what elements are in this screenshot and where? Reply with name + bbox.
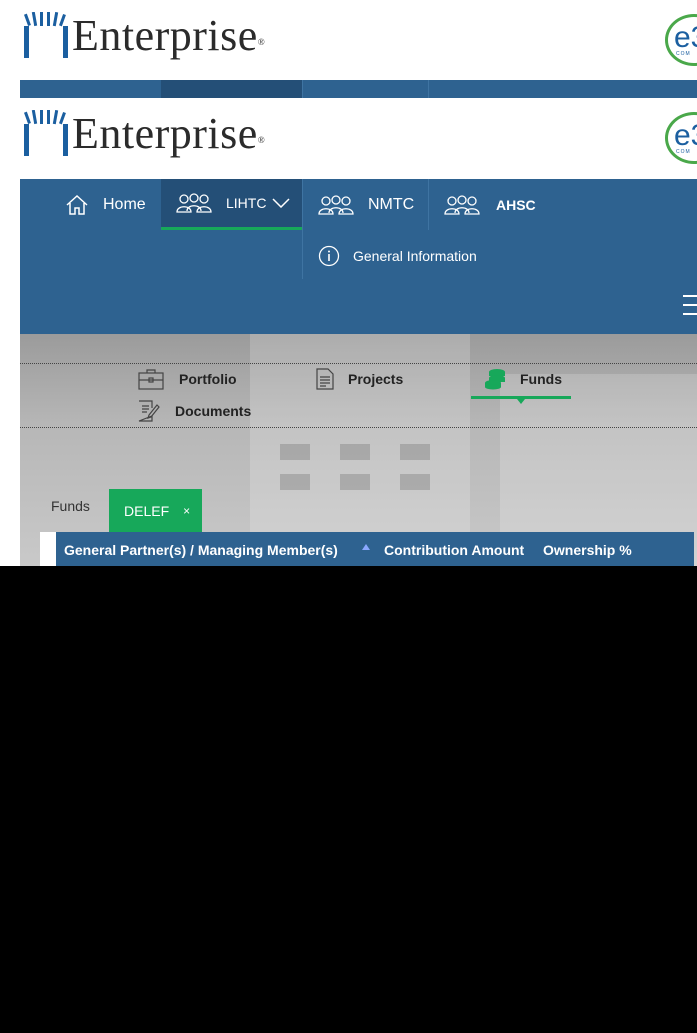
main-header: Enterprise® e3COM Home LIHT [0,98,697,566]
tab-funds[interactable]: Funds [482,368,562,390]
divider [20,363,697,364]
table-header-spacer [40,532,56,566]
coins-icon [485,369,505,390]
background-window [340,474,370,490]
users-icon [318,194,354,215]
home-icon [66,194,88,215]
users-icon [176,193,212,213]
users-icon [444,194,480,215]
nav-item-home[interactable]: Home [65,179,146,230]
logo-mark-icon [24,12,68,58]
chip-label: DELEF [124,503,170,519]
nav-item-nmtc[interactable]: NMTC [318,179,414,230]
nav-item-label: LIHTC [226,195,267,211]
active-tab-caret-icon [517,399,525,404]
info-icon [318,245,340,267]
logo-mark-icon [24,110,68,156]
column-header-contribution-amount[interactable]: Contribution Amount [384,542,524,558]
sort-ascending-icon[interactable] [362,544,370,550]
hamburger-menu-icon[interactable] [683,295,697,322]
nav-item-label: Home [103,195,146,213]
nav-item-label: NMTC [368,195,415,213]
fund-chip[interactable]: DELEF × [109,489,202,533]
nav-divider [302,80,303,98]
background-window [280,444,310,460]
tab-documents[interactable]: Documents [138,400,251,422]
nav-item-label: AHSC [496,196,536,213]
background-window [400,444,430,460]
enterprise-logo[interactable]: Enterprise® [24,12,265,58]
column-header-ownership[interactable]: Ownership % [543,542,632,558]
tab-portfolio[interactable]: Portfolio [138,368,237,390]
tab-label: Portfolio [179,371,237,387]
table-header: General Partner(s) / Managing Member(s) … [40,532,694,566]
edit-document-icon [138,400,160,422]
sub-item-general-information[interactable]: General Information [318,245,477,267]
nav-divider [428,179,429,230]
chevron-down-icon [272,198,290,208]
column-header-general-partner[interactable]: General Partner(s) / Managing Member(s) [64,542,338,558]
nav-item-ahsc[interactable]: AHSC [444,179,536,230]
briefcase-icon [138,369,164,390]
tab-label: Funds [520,371,562,387]
breadcrumb-funds[interactable]: Funds [51,498,90,514]
ghost-nav-bar [20,80,697,98]
background-window [400,474,430,490]
document-icon [316,368,334,390]
page-content: Enterprise® e3COM Enterprise [0,0,697,566]
logo-text: Enterprise® [72,109,266,158]
nav-divider [302,179,303,279]
ghost-nav-active [161,80,302,98]
logo-text: Enterprise® [72,11,266,60]
tab-label: Documents [175,403,252,419]
background-window [280,474,310,490]
enterprise-logo[interactable]: Enterprise® [24,110,265,156]
background-window [340,444,370,460]
tab-projects[interactable]: Projects [316,368,403,390]
nav-divider [428,80,429,98]
sub-item-label: General Information [353,248,477,264]
e3-badge-icon[interactable]: e3COM [665,14,697,66]
divider [20,427,697,428]
main-nav: Home LIHTC NMTC AHSC General Information [20,179,697,334]
close-icon[interactable]: × [183,504,190,518]
tab-label: Projects [348,371,404,387]
nav-item-lihtc[interactable]: LIHTC [161,179,302,230]
e3-badge-icon[interactable]: e3COM [665,112,697,164]
